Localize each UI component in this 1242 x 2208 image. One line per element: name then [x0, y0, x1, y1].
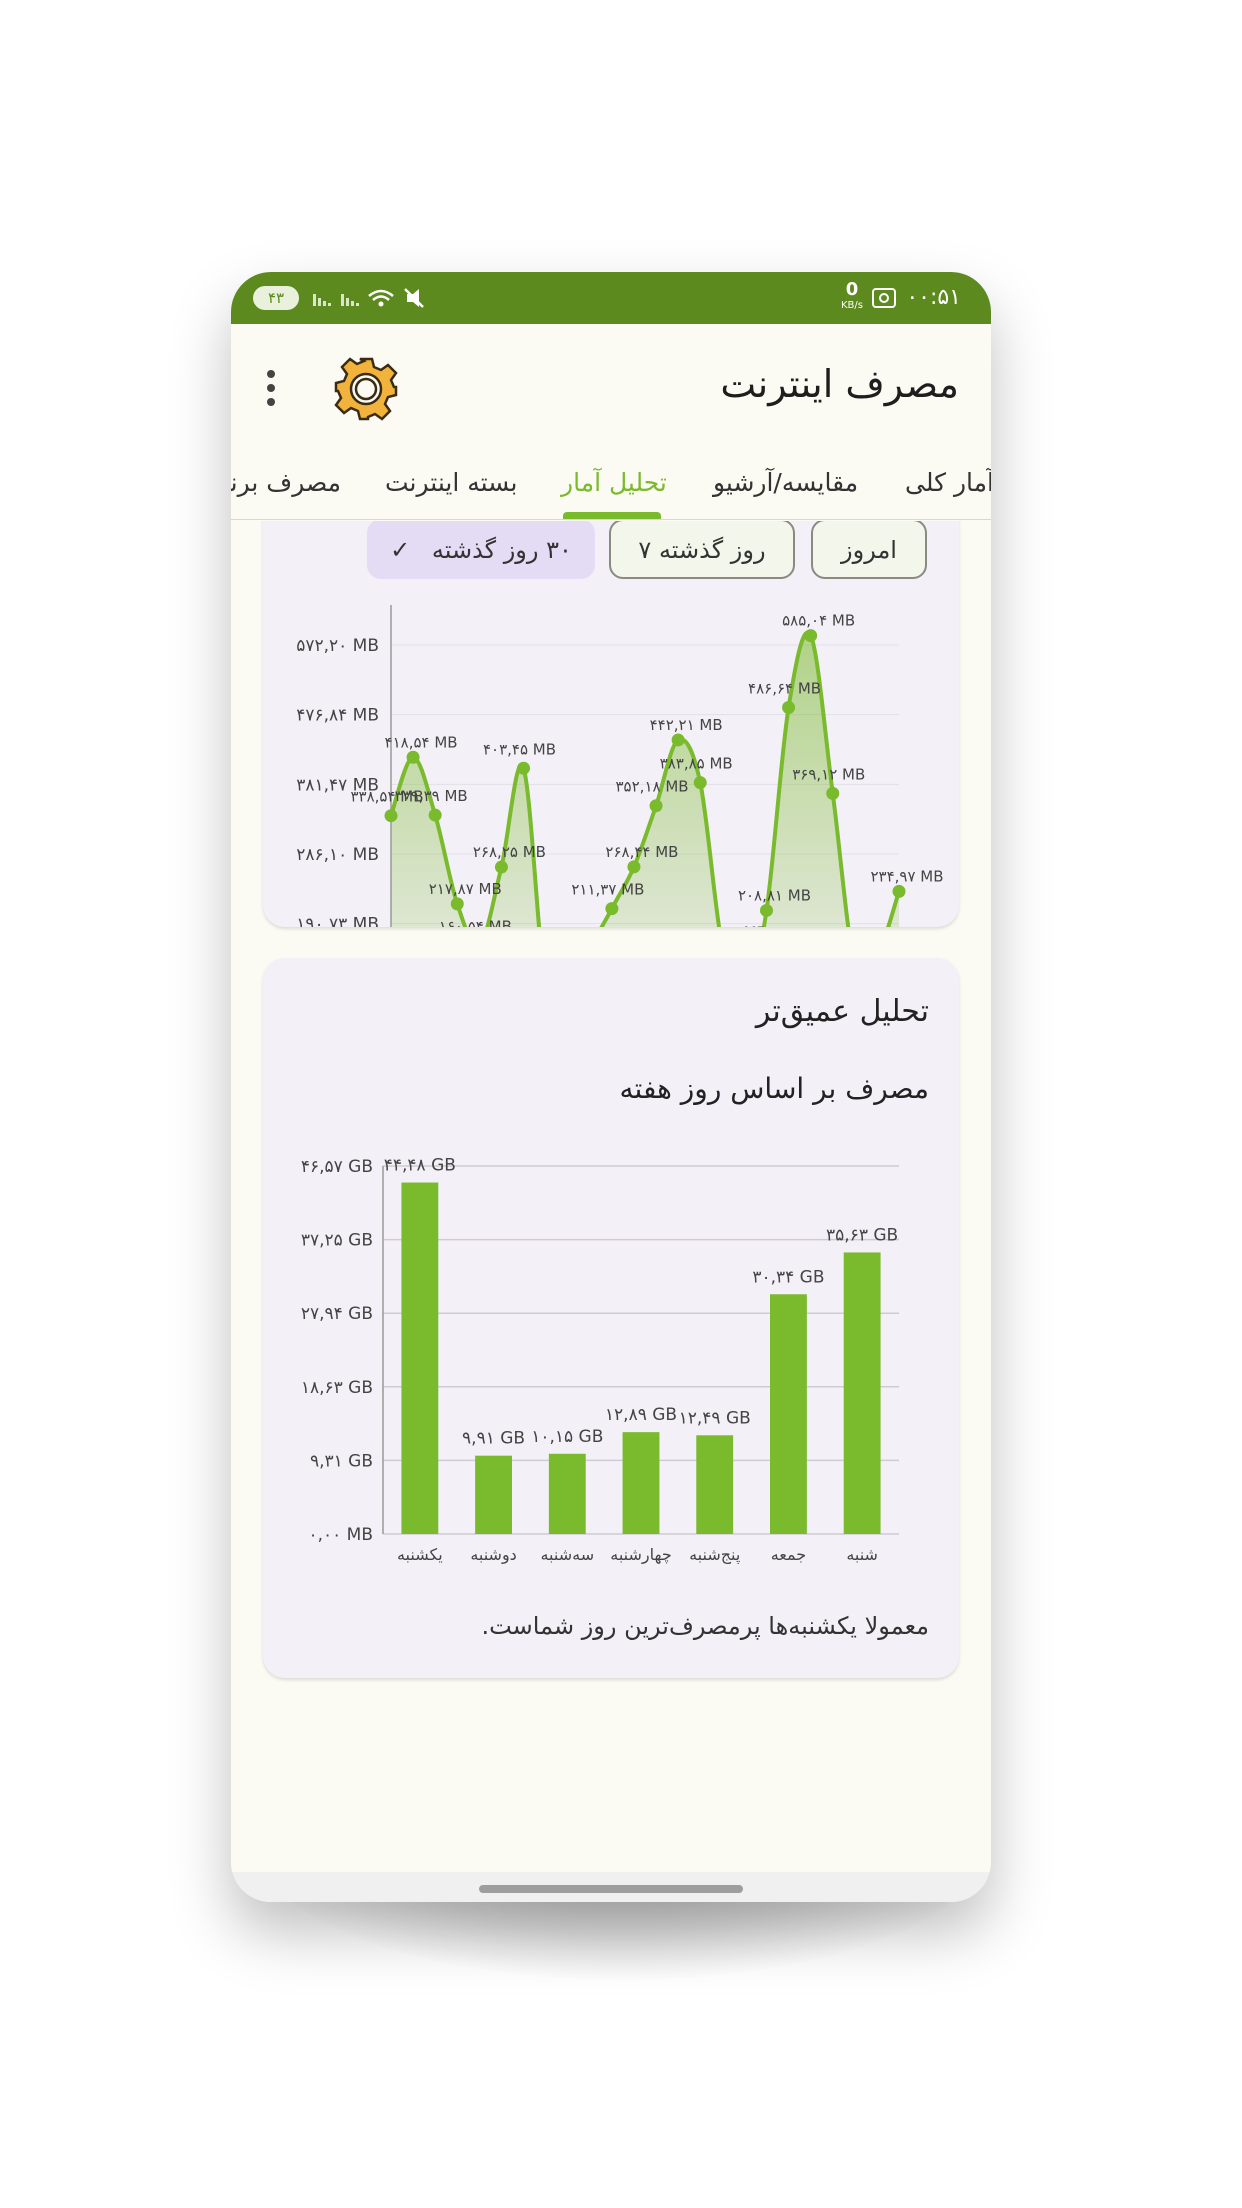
y-tick-label: ۰,۰۰ MB — [308, 1525, 373, 1545]
data-point — [693, 776, 707, 790]
data-label: ۴۸۶,۶۴ MB — [748, 680, 821, 698]
hourly-usage-chart: ۰,۰۰ MB۹۵,۳۷ MB۱۹۰,۷۳ MB۲۸۶,۱۰ MB۳۸۱,۴۷ … — [296, 605, 944, 927]
data-point — [804, 629, 818, 643]
bar — [548, 1453, 586, 1534]
data-point — [671, 733, 685, 747]
data-label: ۲۶۸,۴۴ MB — [605, 843, 678, 861]
data-point — [428, 808, 442, 822]
x-category-label: چهارشنبه — [610, 1545, 672, 1565]
y-tick-label: ۱۸,۶۳ GB — [301, 1378, 373, 1398]
bar — [696, 1435, 734, 1534]
tab-compare-archive[interactable]: مقایسه/آرشیو — [713, 468, 858, 497]
data-point — [406, 750, 420, 764]
phone-frame: ۴۳ 0 KB/s ۰۰:۵۱ مصرف اینترنت آمار کلی مق… — [231, 272, 991, 1902]
y-tick-label: ۳۷,۲۵ GB — [301, 1231, 373, 1251]
data-point — [759, 903, 773, 917]
home-gesture-pill[interactable] — [479, 1885, 743, 1893]
bar-value-label: ۳۰,۳۴ GB — [752, 1267, 824, 1287]
bar-value-label: ۱۰,۱۵ GB — [531, 1427, 603, 1447]
data-label: ۱۵۸,۳۸ MB — [694, 923, 767, 927]
data-label: ۳۶۹,۱۲ MB — [792, 765, 865, 783]
status-bar: ۴۳ 0 KB/s ۰۰:۵۱ — [231, 272, 991, 324]
weekday-usage-chart: ۰,۰۰ MB ۹,۳۱ GB ۱۸,۶۳ GB ۲۷,۹۴ GB ۳۷,۲۵ GB ۴۶… — [301, 1156, 899, 1565]
battery-indicator: ۴۳ — [253, 286, 299, 310]
y-tick-label: ۲۸۶,۱۰ MB — [296, 845, 379, 865]
tab-analysis[interactable]: تحلیل آمار — [561, 468, 667, 497]
data-label: ۲۶۸,۲۵ MB — [473, 843, 546, 861]
data-label: ۳۵۲,۱۸ MB — [616, 778, 689, 796]
bar-value-label: ۹,۹۱ GB — [462, 1429, 525, 1449]
bar — [401, 1182, 439, 1534]
bar — [843, 1252, 881, 1534]
x-category-label: یکشنبه — [397, 1545, 443, 1564]
bar — [770, 1294, 807, 1534]
bar-value-label: ۳۵,۶۳ GB — [826, 1225, 898, 1245]
bar-value-label: ۱۲,۸۹ GB — [605, 1405, 677, 1425]
y-tick-label: ۹,۳۱ GB — [310, 1451, 373, 1471]
network-speed: 0 KB/s — [841, 279, 863, 312]
data-point — [517, 761, 531, 775]
gear-icon[interactable] — [331, 354, 401, 424]
bar-value-label: ۱۲,۴۹ GB — [679, 1408, 751, 1428]
data-label: ۲۰۸,۸۱ MB — [738, 886, 811, 904]
tab-app-usage[interactable]: مصرف برنا — [231, 468, 341, 497]
x-category-label: سه‌شنبه — [540, 1545, 594, 1564]
data-point — [627, 860, 641, 874]
active-tab-indicator — [563, 512, 661, 519]
data-point — [384, 809, 398, 823]
x-category-label: جمعه — [771, 1545, 806, 1564]
bar-value-label: ۴۴,۴۸ GB — [384, 1156, 456, 1176]
y-tick-label: ۴۷۶,۸۴ MB — [296, 706, 379, 726]
data-point — [649, 799, 663, 813]
y-tick-label: ۲۷,۹۴ GB — [301, 1304, 373, 1324]
analysis-footer: معمولا یکشنبه‌ها پرمصرف‌ترین روز شماست. — [481, 1612, 929, 1640]
data-label: ۴۰۳,۴۵ MB — [483, 740, 556, 758]
bar — [475, 1455, 512, 1534]
content-scroll[interactable]: امروز ۷ روز گذشته ۳۰ روز گذشته ✓ ۰,۰۰ MB… — [231, 521, 991, 1872]
navigation-bar — [231, 1872, 991, 1902]
data-label: ۲۳۴,۹۷ MB — [870, 867, 943, 885]
data-point — [605, 902, 619, 916]
y-tick-label: ۵۷۲,۲۰ MB — [296, 636, 379, 656]
data-point — [826, 786, 840, 800]
y-tick-label: ۴۶,۵۷ GB — [301, 1157, 373, 1177]
data-label: ۴۱۸,۵۴ MB — [385, 733, 458, 751]
data-label: ۳۳۹,۳۹ MB — [395, 787, 468, 805]
analysis-title: تحلیل عمیق‌تر — [755, 994, 929, 1029]
bar — [622, 1432, 660, 1534]
data-label: ۲۱۱,۳۷ MB — [571, 881, 644, 899]
app-bar: مصرف اینترنت — [231, 324, 991, 448]
app-title: مصرف اینترنت — [720, 362, 959, 406]
data-point — [494, 860, 508, 874]
clock: ۰۰:۵۱ — [906, 285, 961, 310]
x-category-label: شنبه — [846, 1545, 878, 1564]
x-category-label: پنج‌شنبه — [689, 1545, 740, 1565]
x-category-label: دوشنبه — [470, 1545, 516, 1565]
data-label: ۵۸۵,۰۴ MB — [782, 612, 855, 630]
data-label: ۴۴۲,۲۱ MB — [650, 716, 723, 734]
data-label: ۱۶۰,۵۴ MB — [439, 918, 512, 927]
analysis-subtitle: مصرف بر اساس روز هفته — [619, 1072, 929, 1105]
data-label: ۲۱۷,۸۷ MB — [429, 880, 502, 898]
weekday-analysis-card: تحلیل عمیق‌تر مصرف بر اساس روز هفته ۰,۰۰… — [263, 958, 959, 1678]
data-point — [892, 884, 906, 898]
signal-wifi-mute-icons — [309, 286, 439, 315]
hourly-usage-card: امروز ۷ روز گذشته ۳۰ روز گذشته ✓ ۰,۰۰ MB… — [263, 521, 959, 927]
signal-icon — [313, 288, 424, 308]
tab-internet-package[interactable]: بسته اینترنت — [385, 468, 517, 497]
tab-bar: آمار کلی مقایسه/آرشیو تحلیل آمار بسته ای… — [231, 448, 991, 520]
screenshot-icon — [871, 286, 897, 315]
data-point — [782, 701, 796, 715]
y-tick-label: ۱۹۰,۷۳ MB — [296, 915, 379, 927]
data-label: ۳۸۳,۸۵ MB — [660, 755, 733, 773]
data-point — [450, 897, 464, 911]
more-vert-icon[interactable] — [261, 366, 281, 410]
screen: ۴۳ 0 KB/s ۰۰:۵۱ مصرف اینترنت آمار کلی مق… — [0, 0, 1242, 2208]
tab-overview[interactable]: آمار کلی — [905, 468, 991, 497]
